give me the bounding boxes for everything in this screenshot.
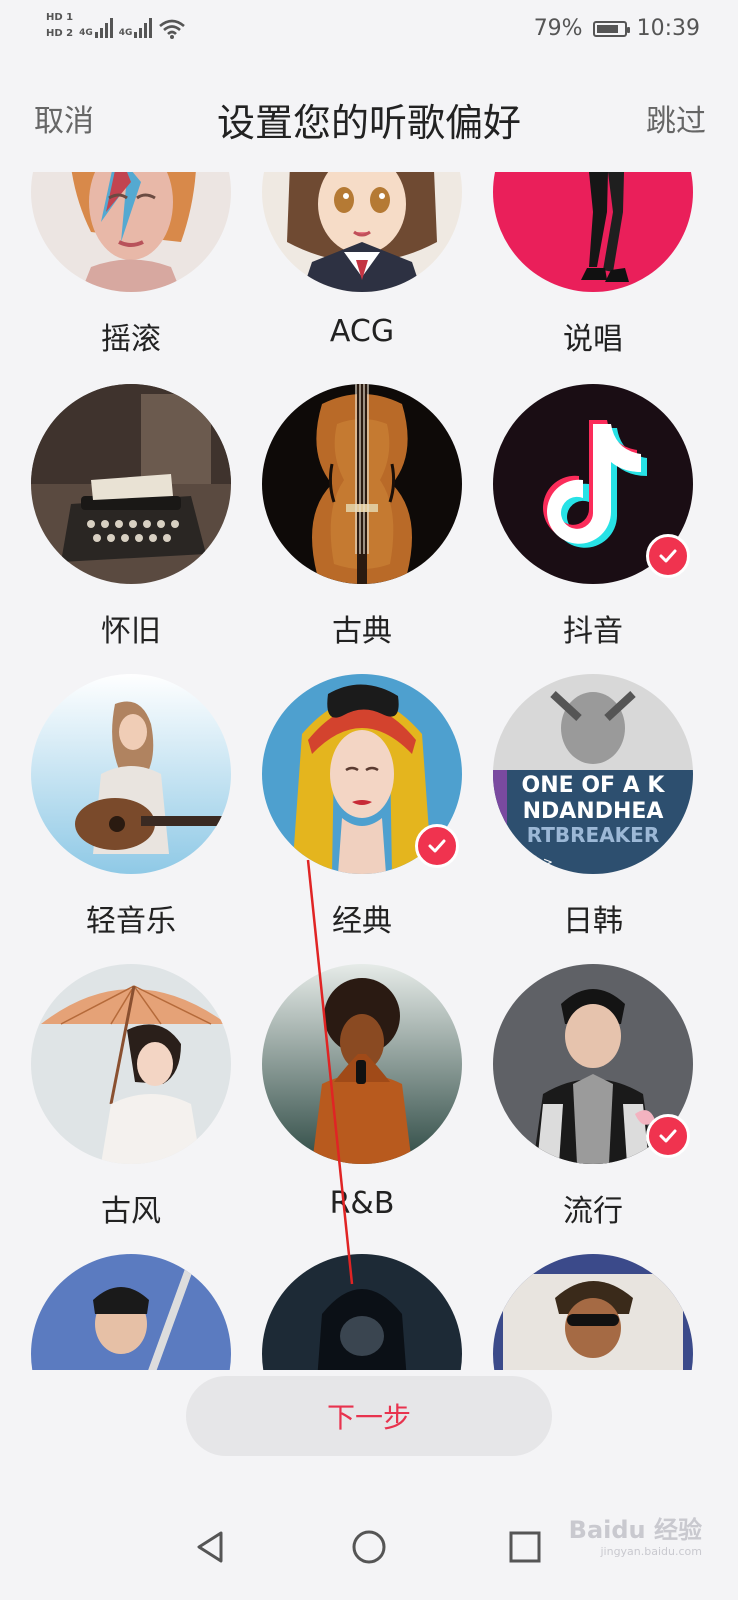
skip-button[interactable]: 跳过 <box>646 96 706 140</box>
album-line3: RTBREAKER <box>527 823 660 847</box>
genre-label: 摇滚 <box>101 322 161 357</box>
genre-chinese-style-image <box>31 964 231 1164</box>
genre-label: R&B <box>329 1186 395 1221</box>
genre-classic[interactable]: 经典 <box>247 674 477 954</box>
genre-label: 说唱 <box>563 322 623 357</box>
status-right: 79% 10:39 <box>534 16 700 41</box>
genre-rnb-image <box>262 964 462 1164</box>
genre-jpkr[interactable]: ONE OF A K NDANDHEA RTBREAKER 五首 > 日韩 <box>478 674 708 954</box>
album-line1: ONE OF A K <box>522 773 666 798</box>
network-type-1: 4G <box>79 28 93 38</box>
album-line2: NDANDHEA <box>523 799 664 824</box>
genre-label: 抖音 <box>563 614 623 649</box>
genre-nostalgia-image <box>31 384 231 584</box>
battery-percent: 79% <box>533 16 583 41</box>
genre-acg[interactable]: ACG <box>247 172 477 372</box>
watermark-url: jingyan.baidu.com <box>600 1545 702 1558</box>
header: 取消 设置您的听歌偏好 跳过 <box>0 88 738 148</box>
signal-bars-icon <box>94 16 113 38</box>
genre-jpkr-image: ONE OF A K NDANDHEA RTBREAKER 五首 > <box>493 674 693 874</box>
battery-fill <box>596 24 618 33</box>
selected-check-icon <box>646 534 690 578</box>
selected-check-icon <box>646 1114 690 1158</box>
genre-partial-3[interactable] <box>478 1254 708 1370</box>
genre-classical-image <box>262 384 462 584</box>
genre-label: 轻音乐 <box>86 904 176 939</box>
signal-1: 4G <box>79 16 113 38</box>
battery-icon <box>592 20 630 37</box>
circle-home-icon <box>352 1530 386 1564</box>
genre-label: 古风 <box>101 1194 161 1229</box>
genre-pop[interactable]: 流行 <box>478 964 708 1244</box>
wifi-icon <box>159 19 186 39</box>
status-bar: HD 1 HD 2 4G 4G 79% 10:39 <box>0 0 738 64</box>
signal-2: 4G <box>119 16 153 38</box>
next-step-button[interactable]: 下一步 <box>186 1376 552 1456</box>
genre-chinese-style[interactable]: 古风 <box>16 964 246 1244</box>
clock: 10:39 <box>636 16 700 41</box>
hd2-indicator: HD 2 <box>46 28 74 39</box>
signal-bars-icon <box>134 16 153 38</box>
hd1-indicator: HD 1 <box>46 12 74 23</box>
genre-label: 古典 <box>332 614 392 649</box>
home-button[interactable] <box>344 1522 394 1572</box>
watermark-brand: Baidu 经验 <box>568 1516 702 1544</box>
genre-partial-2[interactable] <box>247 1254 477 1370</box>
selected-check-icon <box>415 824 459 868</box>
genre-label: ACG <box>329 314 395 349</box>
genre-partial-1[interactable] <box>16 1254 246 1370</box>
genre-light-music-image <box>31 674 231 874</box>
genre-partial-1-image <box>31 1254 231 1370</box>
genre-light-music[interactable]: 轻音乐 <box>16 674 246 954</box>
baidu-watermark: Baidu 经验 jingyan.baidu.com <box>569 1510 702 1558</box>
genre-grid[interactable]: 摇滚 ACG 说唱 怀旧 古典 抖音 轻音乐 经典 ONE OF A K NDA… <box>0 172 738 1370</box>
genre-rock[interactable]: 摇滚 <box>16 172 246 372</box>
genre-label: 流行 <box>563 1194 623 1229</box>
recents-button[interactable] <box>500 1522 550 1572</box>
genre-classical[interactable]: 古典 <box>247 384 477 664</box>
genre-label: 怀旧 <box>101 614 161 649</box>
genre-label: 经典 <box>332 904 392 939</box>
genre-rock-image <box>31 172 231 292</box>
back-button[interactable] <box>186 1522 236 1572</box>
hd-indicators: HD 1 HD 2 <box>46 12 73 40</box>
genre-label: 日韩 <box>563 904 623 939</box>
square-recents-icon <box>509 1531 541 1563</box>
genre-douyin[interactable]: 抖音 <box>478 384 708 664</box>
network-type-2: 4G <box>118 28 133 38</box>
genre-rap[interactable]: 说唱 <box>478 172 708 372</box>
genre-rap-image <box>493 172 693 292</box>
page-title: 设置您的听歌偏好 <box>216 101 521 145</box>
album-sub: 五首 > <box>515 855 553 869</box>
genre-rnb[interactable]: R&B <box>247 964 477 1244</box>
genre-acg-image <box>262 172 462 292</box>
status-left: HD 1 HD 2 4G 4G <box>46 12 186 40</box>
genre-nostalgia[interactable]: 怀旧 <box>16 384 246 664</box>
genre-partial-2-image <box>262 1254 462 1370</box>
genre-partial-3-image <box>493 1254 693 1370</box>
triangle-back-icon <box>197 1531 223 1563</box>
